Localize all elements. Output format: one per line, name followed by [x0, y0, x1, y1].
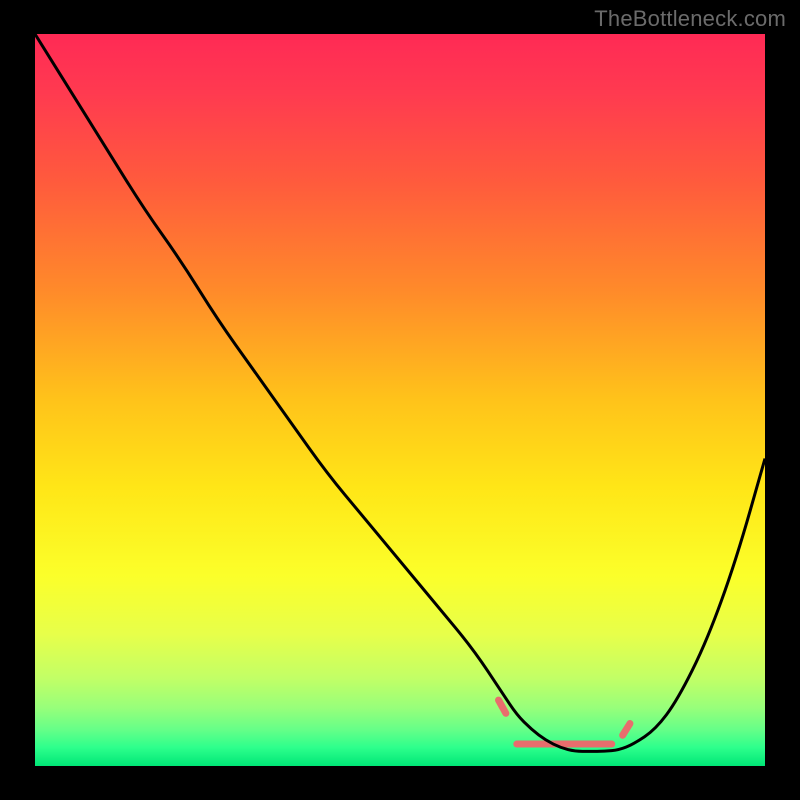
chart-container: TheBottleneck.com — [0, 0, 800, 800]
chart-svg — [0, 0, 800, 800]
plot-background — [35, 34, 765, 766]
